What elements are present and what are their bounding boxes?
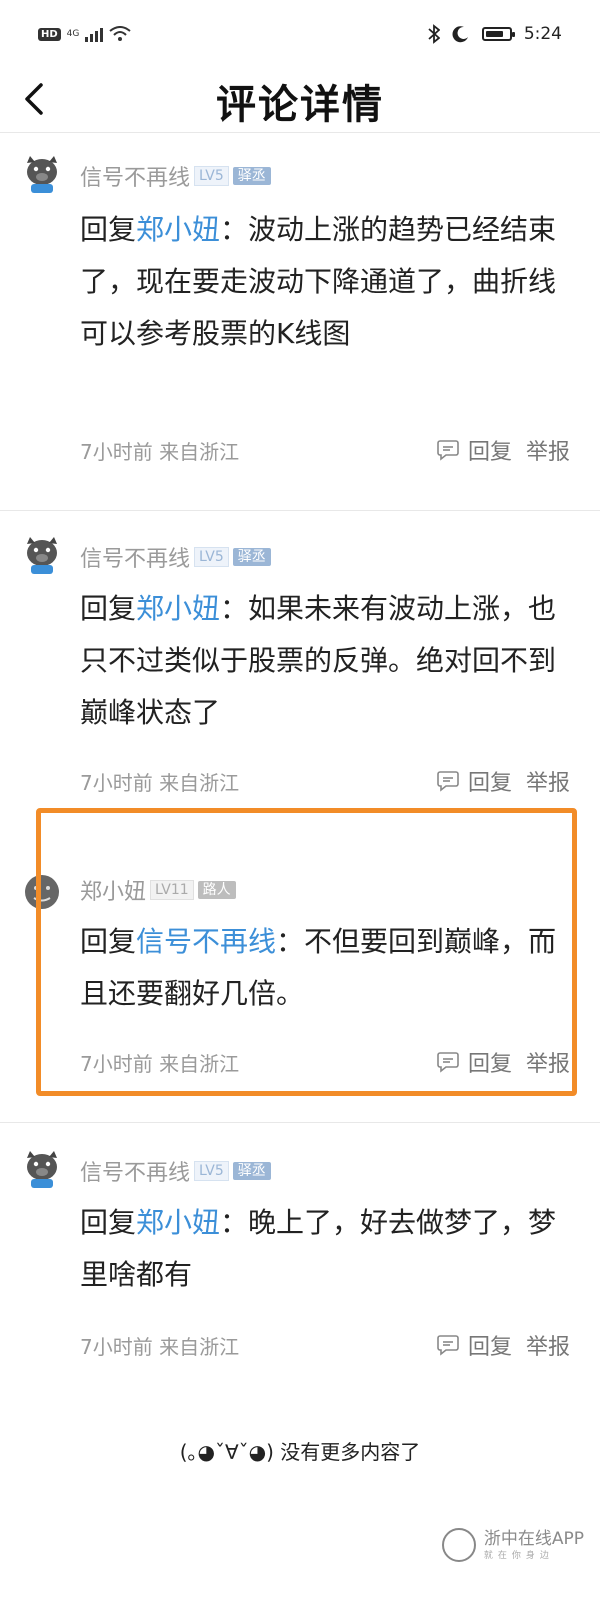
reply-prefix: 回复: [80, 925, 137, 958]
comment-user: 信号不再线 LV5 驿丞: [80, 541, 271, 573]
separator: ：: [220, 592, 249, 625]
comment-actions: 回复 举报: [436, 765, 570, 797]
reply-button[interactable]: 回复: [436, 765, 512, 797]
clock: 5:24: [523, 24, 562, 44]
reply-prefix: 回复: [80, 213, 137, 246]
reply-button[interactable]: 回复: [436, 1046, 512, 1078]
report-button[interactable]: 举报: [526, 1329, 570, 1361]
reply-prefix: 回复: [80, 1206, 137, 1239]
reply-label: 回复: [467, 1052, 512, 1077]
mention-link[interactable]: 信号不再线: [136, 925, 276, 958]
watermark-text: 浙中在线APP 就在你身边: [484, 1530, 584, 1561]
comment-item: 信号不再线 LV5 驿丞 回复郑小妞：晚上了，好去做梦了，梦里啥都有 7小时前 …: [0, 1123, 600, 1403]
role-tag: 路人: [197, 881, 236, 899]
watermark-logo-icon: [441, 1528, 476, 1562]
page-title: 评论详情: [216, 82, 384, 128]
comment-icon: [437, 771, 459, 792]
report-button[interactable]: 举报: [526, 765, 570, 797]
separator: ：: [220, 1206, 249, 1239]
watermark-name: 浙中在线APP: [483, 1528, 584, 1549]
reply-label: 回复: [467, 440, 512, 465]
comment-item: 信号不再线 LV5 驿丞 回复郑小妞：波动上涨的趋势已经结束了，现在要走波动下降…: [0, 132, 600, 510]
comment-actions: 回复 举报: [436, 1046, 570, 1078]
bluetooth-icon: [428, 24, 440, 44]
wifi-icon: [109, 26, 131, 41]
comment-icon: [437, 1335, 459, 1356]
title-bar: 评论详情: [0, 70, 600, 132]
comment-meta: 7小时前 来自浙江: [80, 771, 240, 795]
avatar[interactable]: [20, 533, 64, 577]
comment-actions: 回复 举报: [436, 434, 570, 466]
username[interactable]: 信号不再线: [80, 541, 190, 573]
comment-meta: 7小时前 来自浙江: [80, 440, 240, 464]
comment-user: 信号不再线 LV5 驿丞: [80, 160, 271, 192]
role-tag: 驿丞: [232, 167, 271, 185]
separator: ：: [220, 213, 249, 246]
avatar[interactable]: [20, 1147, 64, 1191]
comment-item: 信号不再线 LV5 驿丞 回复郑小妞：如果未来有波动上涨，也只不过类似于股票的反…: [0, 511, 600, 811]
end-of-list: (｡◕ˇ∀ˇ◕) 没有更多内容了: [179, 1440, 421, 1464]
reply-prefix: 回复: [80, 592, 137, 625]
comment-icon: [437, 1052, 459, 1073]
report-button[interactable]: 举报: [526, 1046, 570, 1078]
level-badge: LV11: [150, 880, 194, 900]
mention-link[interactable]: 郑小妞: [136, 213, 220, 246]
comment-text: 回复郑小妞：晚上了，好去做梦了，梦里啥都有: [80, 1197, 560, 1301]
comment-text: 回复信号不再线：不但要回到巅峰，而且还要翻好几倍。: [80, 916, 560, 1020]
level-badge: LV5: [194, 547, 229, 567]
comment-text: 回复郑小妞：波动上涨的趋势已经结束了，现在要走波动下降通道了，曲折线可以参考股票…: [80, 204, 560, 360]
avatar[interactable]: [20, 152, 64, 196]
comment-user: 信号不再线 LV5 驿丞: [80, 1155, 271, 1187]
username[interactable]: 信号不再线: [80, 160, 190, 192]
reply-button[interactable]: 回复: [436, 434, 512, 466]
comment-icon: [437, 440, 459, 461]
hd-badge: HD: [38, 27, 61, 41]
watermark-sub: 就在你身边: [483, 1550, 554, 1561]
level-badge: LV5: [194, 1161, 229, 1181]
comment-user: 郑小妞 LV11 路人: [80, 874, 236, 906]
comment-text: 回复郑小妞：如果未来有波动上涨，也只不过类似于股票的反弹。绝对回不到巅峰状态了: [80, 583, 560, 739]
signal-icon: [85, 26, 104, 42]
comment-meta: 7小时前 来自浙江: [80, 1052, 240, 1076]
battery-icon: [481, 27, 515, 41]
comment-item: 郑小妞 LV11 路人 回复信号不再线：不但要回到巅峰，而且还要翻好几倍。 7小…: [0, 812, 600, 1112]
level-badge: LV5: [194, 166, 229, 186]
report-button[interactable]: 举报: [526, 434, 570, 466]
reply-label: 回复: [467, 1335, 512, 1360]
comment-actions: 回复 举报: [436, 1329, 570, 1361]
mention-link[interactable]: 郑小妞: [136, 1206, 220, 1239]
network-type: 4G: [66, 28, 80, 39]
username[interactable]: 信号不再线: [80, 1155, 190, 1187]
reply-label: 回复: [467, 771, 512, 796]
username[interactable]: 郑小妞: [80, 874, 146, 906]
separator: ：: [276, 925, 305, 958]
avatar[interactable]: [20, 870, 64, 914]
watermark: 浙中在线APP 就在你身边: [441, 1528, 584, 1562]
mention-link[interactable]: 郑小妞: [136, 592, 220, 625]
comment-meta: 7小时前 来自浙江: [80, 1335, 240, 1359]
role-tag: 驿丞: [232, 1162, 271, 1180]
role-tag: 驿丞: [232, 548, 271, 566]
reply-button[interactable]: 回复: [436, 1329, 512, 1361]
status-left: HD 4G: [38, 26, 131, 42]
status-bar: HD 4G 5:24: [0, 0, 600, 70]
moon-icon: [452, 26, 468, 43]
status-right: 5:24: [428, 24, 562, 44]
